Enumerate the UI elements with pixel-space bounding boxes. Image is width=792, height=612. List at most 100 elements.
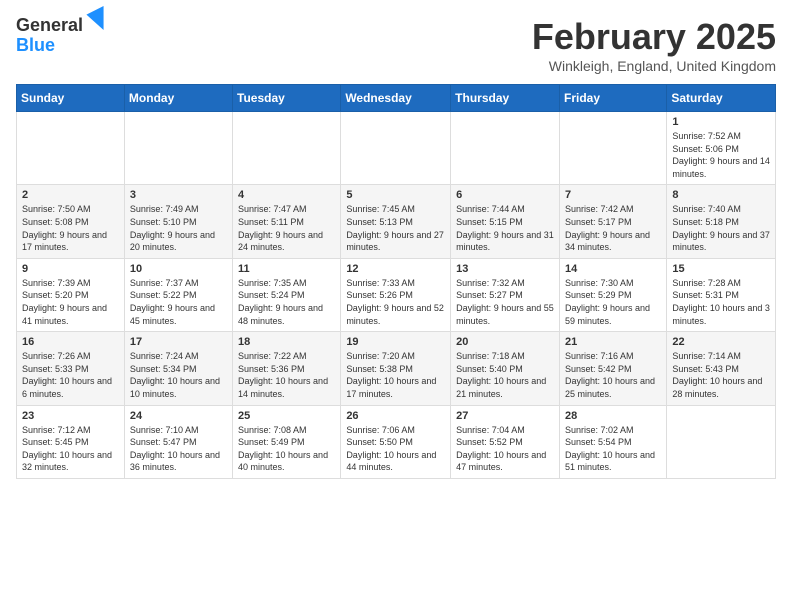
day-number: 27 <box>456 410 554 422</box>
location-text: Winkleigh, England, United Kingdom <box>532 58 776 74</box>
day-info: Sunrise: 7:37 AM Sunset: 5:22 PM Dayligh… <box>130 277 227 327</box>
day-number: 16 <box>22 336 119 348</box>
calendar-cell: 15 Sunrise: 7:28 AM Sunset: 5:31 PM Dayli… <box>667 258 776 331</box>
day-info: Sunrise: 7:02 AM Sunset: 5:54 PM Dayligh… <box>565 424 661 474</box>
calendar-cell: 26 Sunrise: 7:06 AM Sunset: 5:50 PM Dayli… <box>341 405 451 478</box>
day-info: Sunrise: 7:35 AM Sunset: 5:24 PM Dayligh… <box>238 277 335 327</box>
day-number: 5 <box>346 189 445 201</box>
calendar-header-sunday: Sunday <box>17 85 125 112</box>
calendar-table: SundayMondayTuesdayWednesdayThursdayFrid… <box>16 84 776 479</box>
day-number: 24 <box>130 410 227 422</box>
calendar-cell: 10 Sunrise: 7:37 AM Sunset: 5:22 PM Dayli… <box>124 258 232 331</box>
day-info: Sunrise: 7:28 AM Sunset: 5:31 PM Dayligh… <box>672 277 770 327</box>
calendar-header-row: SundayMondayTuesdayWednesdayThursdayFrid… <box>17 85 776 112</box>
day-info: Sunrise: 7:14 AM Sunset: 5:43 PM Dayligh… <box>672 350 770 400</box>
calendar-week-row: 16 Sunrise: 7:26 AM Sunset: 5:33 PM Dayli… <box>17 332 776 405</box>
day-number: 1 <box>672 116 770 128</box>
calendar-cell: 18 Sunrise: 7:22 AM Sunset: 5:36 PM Dayli… <box>233 332 341 405</box>
day-number: 11 <box>238 263 335 275</box>
day-number: 15 <box>672 263 770 275</box>
day-number: 9 <box>22 263 119 275</box>
day-number: 22 <box>672 336 770 348</box>
calendar-cell: 24Sunrise: 7:10 AM Sunset: 5:47 PM Dayli… <box>124 405 232 478</box>
calendar-week-row: 9 Sunrise: 7:39 AM Sunset: 5:20 PM Daylig… <box>17 258 776 331</box>
day-info: Sunrise: 7:12 AM Sunset: 5:45 PM Dayligh… <box>22 424 119 474</box>
calendar-cell <box>559 112 666 185</box>
day-number: 13 <box>456 263 554 275</box>
calendar-cell: 14 Sunrise: 7:30 AM Sunset: 5:29 PM Dayli… <box>559 258 666 331</box>
calendar-cell: 5 Sunrise: 7:45 AM Sunset: 5:13 PM Daylig… <box>341 185 451 258</box>
day-info: Sunrise: 7:18 AM Sunset: 5:40 PM Dayligh… <box>456 350 554 400</box>
day-info: Sunrise: 7:08 AM Sunset: 5:49 PM Dayligh… <box>238 424 335 474</box>
calendar-cell <box>341 112 451 185</box>
calendar-cell: 28Sunrise: 7:02 AM Sunset: 5:54 PM Dayli… <box>559 405 666 478</box>
calendar-header-friday: Friday <box>559 85 666 112</box>
calendar-header-thursday: Thursday <box>451 85 560 112</box>
day-number: 14 <box>565 263 661 275</box>
calendar-cell: 21 Sunrise: 7:16 AM Sunset: 5:42 PM Dayli… <box>559 332 666 405</box>
calendar-cell <box>451 112 560 185</box>
day-info: Sunrise: 7:20 AM Sunset: 5:38 PM Dayligh… <box>346 350 445 400</box>
day-number: 10 <box>130 263 227 275</box>
calendar-cell <box>233 112 341 185</box>
day-number: 20 <box>456 336 554 348</box>
calendar-cell <box>667 405 776 478</box>
calendar-cell: 12Sunrise: 7:33 AM Sunset: 5:26 PM Dayli… <box>341 258 451 331</box>
logo: General Blue <box>16 16 105 56</box>
month-title: February 2025 <box>532 16 776 58</box>
logo-general-text: General <box>16 16 83 36</box>
day-info: Sunrise: 7:06 AM Sunset: 5:50 PM Dayligh… <box>346 424 445 474</box>
day-info: Sunrise: 7:39 AM Sunset: 5:20 PM Dayligh… <box>22 277 119 327</box>
calendar-week-row: 2 Sunrise: 7:50 AM Sunset: 5:08 PM Daylig… <box>17 185 776 258</box>
day-number: 18 <box>238 336 335 348</box>
day-number: 3 <box>130 189 227 201</box>
day-number: 21 <box>565 336 661 348</box>
calendar-cell: 7 Sunrise: 7:42 AM Sunset: 5:17 PM Daylig… <box>559 185 666 258</box>
calendar-cell: 17 Sunrise: 7:24 AM Sunset: 5:34 PM Dayli… <box>124 332 232 405</box>
day-number: 7 <box>565 189 661 201</box>
calendar-cell: 27Sunrise: 7:04 AM Sunset: 5:52 PM Dayli… <box>451 405 560 478</box>
day-info: Sunrise: 7:16 AM Sunset: 5:42 PM Dayligh… <box>565 350 661 400</box>
calendar-cell: 9 Sunrise: 7:39 AM Sunset: 5:20 PM Daylig… <box>17 258 125 331</box>
calendar-week-row: 23Sunrise: 7:12 AM Sunset: 5:45 PM Dayli… <box>17 405 776 478</box>
day-number: 26 <box>346 410 445 422</box>
calendar-header-saturday: Saturday <box>667 85 776 112</box>
calendar-cell: 23Sunrise: 7:12 AM Sunset: 5:45 PM Dayli… <box>17 405 125 478</box>
calendar-header-monday: Monday <box>124 85 232 112</box>
calendar-cell: 2 Sunrise: 7:50 AM Sunset: 5:08 PM Daylig… <box>17 185 125 258</box>
day-info: Sunrise: 7:45 AM Sunset: 5:13 PM Dayligh… <box>346 203 445 253</box>
day-number: 2 <box>22 189 119 201</box>
day-number: 6 <box>456 189 554 201</box>
day-info: Sunrise: 7:52 AM Sunset: 5:06 PM Dayligh… <box>672 130 770 180</box>
calendar-cell <box>17 112 125 185</box>
calendar-cell: 19Sunrise: 7:20 AM Sunset: 5:38 PM Dayli… <box>341 332 451 405</box>
day-info: Sunrise: 7:40 AM Sunset: 5:18 PM Dayligh… <box>672 203 770 253</box>
day-info: Sunrise: 7:49 AM Sunset: 5:10 PM Dayligh… <box>130 203 227 253</box>
calendar-header-wednesday: Wednesday <box>341 85 451 112</box>
day-number: 12 <box>346 263 445 275</box>
day-number: 4 <box>238 189 335 201</box>
calendar-cell: 16 Sunrise: 7:26 AM Sunset: 5:33 PM Dayli… <box>17 332 125 405</box>
calendar-cell: 22 Sunrise: 7:14 AM Sunset: 5:43 PM Dayli… <box>667 332 776 405</box>
day-info: Sunrise: 7:47 AM Sunset: 5:11 PM Dayligh… <box>238 203 335 253</box>
day-info: Sunrise: 7:22 AM Sunset: 5:36 PM Dayligh… <box>238 350 335 400</box>
calendar-cell: 3 Sunrise: 7:49 AM Sunset: 5:10 PM Daylig… <box>124 185 232 258</box>
day-info: Sunrise: 7:32 AM Sunset: 5:27 PM Dayligh… <box>456 277 554 327</box>
logo-blue-text: Blue <box>16 36 83 56</box>
day-info: Sunrise: 7:24 AM Sunset: 5:34 PM Dayligh… <box>130 350 227 400</box>
calendar-cell: 11 Sunrise: 7:35 AM Sunset: 5:24 PM Dayli… <box>233 258 341 331</box>
logo-icon <box>85 6 105 30</box>
calendar-cell: 25 Sunrise: 7:08 AM Sunset: 5:49 PM Dayli… <box>233 405 341 478</box>
day-number: 17 <box>130 336 227 348</box>
day-number: 25 <box>238 410 335 422</box>
calendar-header-tuesday: Tuesday <box>233 85 341 112</box>
day-info: Sunrise: 7:26 AM Sunset: 5:33 PM Dayligh… <box>22 350 119 400</box>
calendar-cell: 6Sunrise: 7:44 AM Sunset: 5:15 PM Daylig… <box>451 185 560 258</box>
day-info: Sunrise: 7:30 AM Sunset: 5:29 PM Dayligh… <box>565 277 661 327</box>
page-header: General Blue February 2025 Winkleigh, En… <box>16 16 776 74</box>
day-info: Sunrise: 7:42 AM Sunset: 5:17 PM Dayligh… <box>565 203 661 253</box>
calendar-week-row: 1 Sunrise: 7:52 AM Sunset: 5:06 PM Daylig… <box>17 112 776 185</box>
calendar-cell: 4 Sunrise: 7:47 AM Sunset: 5:11 PM Daylig… <box>233 185 341 258</box>
day-info: Sunrise: 7:50 AM Sunset: 5:08 PM Dayligh… <box>22 203 119 253</box>
day-number: 8 <box>672 189 770 201</box>
